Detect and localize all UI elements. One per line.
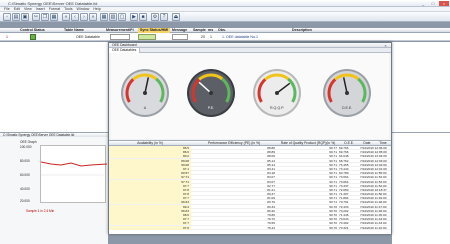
- oee-table[interactable]: Availability (in %) Performance Efficien…: [109, 140, 391, 234]
- row-table-name: OEE Datatable: [76, 35, 100, 39]
- axis-tick-60: 60.000: [20, 173, 30, 177]
- lower-window-title: C:\Simatic Synergy OEE\Server OEE Datata…: [0, 133, 108, 137]
- stop-icon[interactable]: ■: [139, 13, 147, 21]
- chart-icon[interactable]: ▥: [109, 13, 117, 21]
- availability-gauge-hub: [143, 91, 147, 95]
- help-icon[interactable]: ?: [160, 13, 168, 21]
- cut-icon[interactable]: ✂: [32, 13, 40, 21]
- row-description: 1. OEE datatable No.1: [222, 35, 258, 39]
- cell-oee: 70.321: [339, 225, 349, 230]
- close-icon[interactable]: ×: [439, 1, 449, 6]
- tools-icon[interactable]: ⚙: [151, 13, 159, 21]
- maximize-icon[interactable]: □: [428, 1, 438, 6]
- lower-chart-svg: [40, 161, 108, 176]
- status-indicator-icon[interactable]: [30, 34, 36, 40]
- toolbar: ▫ ▤ ▣ ✂ ❐ ▦ « ‹ › » ▦ ▥ ▢ ▶ ■ ⚙ ? ⏏: [0, 12, 450, 22]
- run-icon[interactable]: ▶: [130, 13, 138, 21]
- performance-gauge-hub: [209, 91, 213, 95]
- oee-table-body: 86.5 88.88 90.77 69.766 7/24/2010 12:06:00 86…: [109, 146, 391, 235]
- sample-note: Sample 1 in 2.4 Min: [26, 209, 55, 213]
- window-titlebar: C:\Simatic Synergy OEE\Server OEE Datata…: [0, 0, 450, 7]
- open-icon[interactable]: ▤: [12, 13, 20, 21]
- cell-availability: 97.6: [109, 225, 191, 230]
- lower-chart-line: [40, 161, 108, 167]
- row-ms: 1: [210, 35, 212, 39]
- lower-window: C:\Simatic Synergy OEE\Server OEE Datata…: [0, 132, 108, 244]
- oee-gauge-label: O.E.E.: [342, 106, 353, 110]
- performance-gauge-label: P.E.: [208, 106, 214, 110]
- window-icon[interactable]: ▢: [118, 13, 126, 21]
- axis-tick-20: 20.000: [20, 199, 30, 203]
- prev-icon[interactable]: ‹: [71, 13, 79, 21]
- oee-gauge-hub: [345, 91, 349, 95]
- minimize-icon[interactable]: _: [418, 1, 428, 6]
- row-id: 1: [6, 35, 8, 39]
- gauge-panel: A P.E. R.Q.Q.P. O.E.E.: [111, 53, 389, 139]
- quality-gauge-label: R.Q.Q.P.: [270, 106, 284, 110]
- right-lower-panel: [392, 132, 450, 244]
- cell-performance: 79.44: [267, 225, 275, 230]
- axis-tick-80: 80.000: [20, 159, 30, 163]
- grid-icon[interactable]: ▦: [100, 13, 108, 21]
- window-title: C:\Simatic Synergy OEE\Server OEE Datata…: [8, 1, 98, 6]
- cell-quality: 90.70: [329, 225, 337, 230]
- row-sample: 20: [201, 35, 205, 39]
- lower-chart-title: OEE Graph: [20, 140, 37, 144]
- axis-tick-40: 40.000: [20, 187, 30, 191]
- table-row[interactable]: 1 OEE Datatable 20 1 1. OEE datatable No…: [0, 33, 450, 41]
- oee-dashboard-window[interactable]: OEE Dashboard × OEE Datatables A P.E. R.Q.…: [108, 42, 392, 234]
- cell-datetime: 7/24/2010 11:42:00: [360, 225, 387, 230]
- message-field[interactable]: [172, 34, 188, 40]
- paste-icon[interactable]: ▦: [50, 13, 58, 21]
- axis-tick-100: 100.000: [20, 145, 32, 149]
- first-icon[interactable]: «: [62, 13, 70, 21]
- gauge-svg: A P.E. R.Q.Q.P. O.E.E.: [121, 69, 371, 117]
- sync-status-field[interactable]: [138, 34, 156, 40]
- exit-icon[interactable]: ⏏: [172, 13, 180, 21]
- table-row[interactable]: 97.6 79.44 90.70 70.321 7/24/2010 11:42:00: [109, 225, 391, 230]
- measurement-field[interactable]: [110, 34, 130, 40]
- lower-chart: [40, 145, 108, 203]
- last-icon[interactable]: »: [89, 13, 97, 21]
- next-icon[interactable]: ›: [80, 13, 88, 21]
- quality-gauge-hub: [275, 91, 279, 95]
- save-icon[interactable]: ▣: [21, 13, 29, 21]
- copy-icon[interactable]: ❐: [41, 13, 49, 21]
- new-icon[interactable]: ▫: [3, 13, 11, 21]
